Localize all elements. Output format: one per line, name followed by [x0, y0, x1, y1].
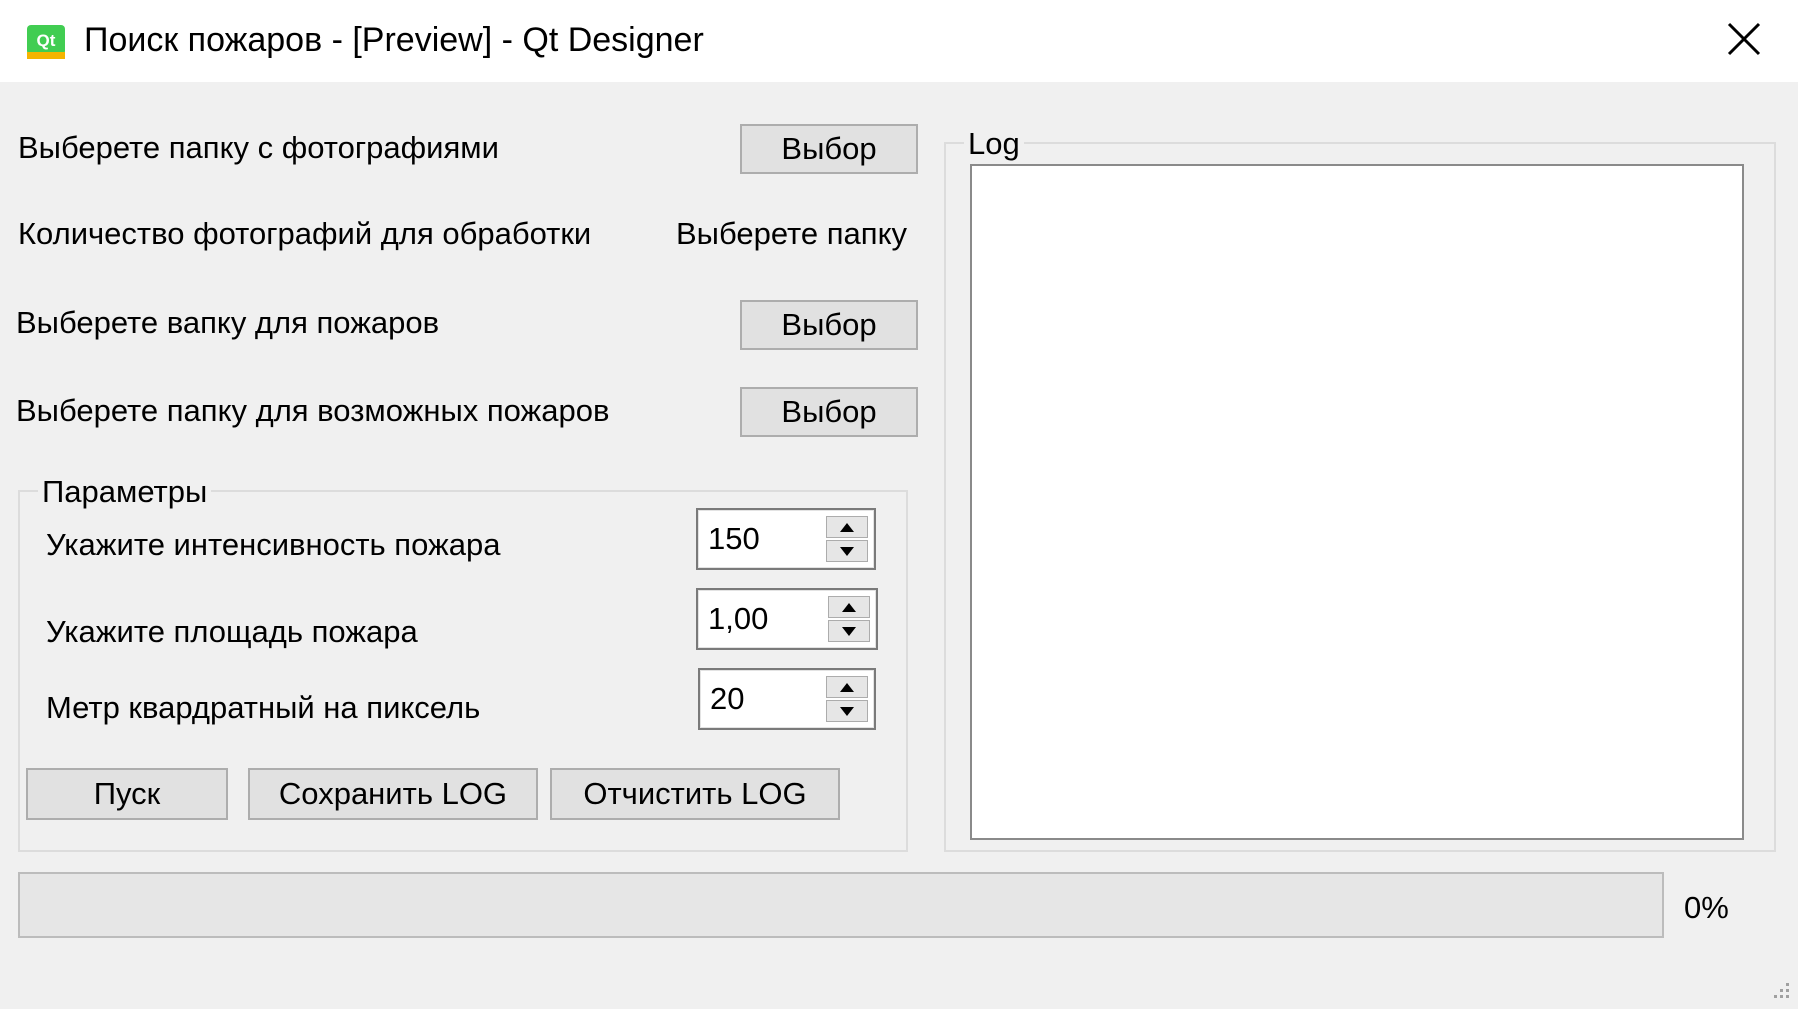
start-button[interactable]: Пуск	[26, 768, 228, 820]
photos-count-label: Количество фотографий для обработки	[18, 216, 592, 251]
arrow-down-icon	[842, 626, 856, 636]
title-bar: Qt Поиск пожаров - [Preview] - Qt Design…	[0, 0, 1798, 82]
area-value: 1,00	[708, 601, 769, 636]
possible-fires-folder-label: Выберете папку для возможных пожаров	[16, 393, 610, 428]
meter-down-button[interactable]	[826, 700, 868, 722]
window-title: Поиск пожаров - [Preview] - Qt Designer	[84, 21, 704, 59]
qt-icon: Qt	[27, 25, 65, 59]
progress-bar	[18, 872, 1664, 938]
log-text-area[interactable]	[970, 164, 1744, 840]
parameters-group-title: Параметры	[38, 474, 212, 510]
photos-count-value: Выберете папку	[676, 216, 907, 251]
intensity-spinbox[interactable]: 150	[696, 508, 876, 570]
intensity-value: 150	[708, 521, 760, 556]
close-button[interactable]	[1716, 14, 1772, 64]
area-down-button[interactable]	[828, 620, 870, 642]
arrow-down-icon	[840, 546, 854, 556]
progress-percent: 0%	[1684, 890, 1729, 925]
choose-photos-folder-button[interactable]: Выбор	[740, 124, 918, 174]
intensity-down-button[interactable]	[826, 540, 868, 562]
save-log-button[interactable]: Сохранить LOG	[248, 768, 538, 820]
meter-per-pixel-value: 20	[710, 681, 745, 716]
arrow-up-icon	[840, 522, 854, 532]
area-label: Укажите площадь пожара	[46, 614, 418, 649]
arrow-down-icon	[840, 706, 854, 716]
meter-per-pixel-spinbox[interactable]: 20	[698, 668, 876, 730]
arrow-up-icon	[842, 602, 856, 612]
choose-possible-fires-folder-button[interactable]: Выбор	[740, 387, 918, 437]
area-up-button[interactable]	[828, 596, 870, 618]
meter-up-button[interactable]	[826, 676, 868, 698]
choose-fires-folder-button[interactable]: Выбор	[740, 300, 918, 350]
close-icon	[1727, 22, 1761, 56]
log-group-title: Log	[964, 126, 1024, 162]
clear-log-button[interactable]: Отчистить LOG	[550, 768, 840, 820]
meter-per-pixel-label: Метр квардратный на пиксель	[46, 690, 481, 725]
fires-folder-label: Выберете вапку для пожаров	[16, 305, 440, 340]
intensity-label: Укажите интенсивность пожара	[46, 527, 501, 562]
area-spinbox[interactable]: 1,00	[696, 588, 878, 650]
photos-folder-label: Выберете папку с фотографиями	[18, 130, 499, 165]
arrow-up-icon	[840, 682, 854, 692]
intensity-up-button[interactable]	[826, 516, 868, 538]
resize-grip-icon[interactable]	[1768, 979, 1792, 1003]
svg-text:Qt: Qt	[37, 31, 56, 50]
